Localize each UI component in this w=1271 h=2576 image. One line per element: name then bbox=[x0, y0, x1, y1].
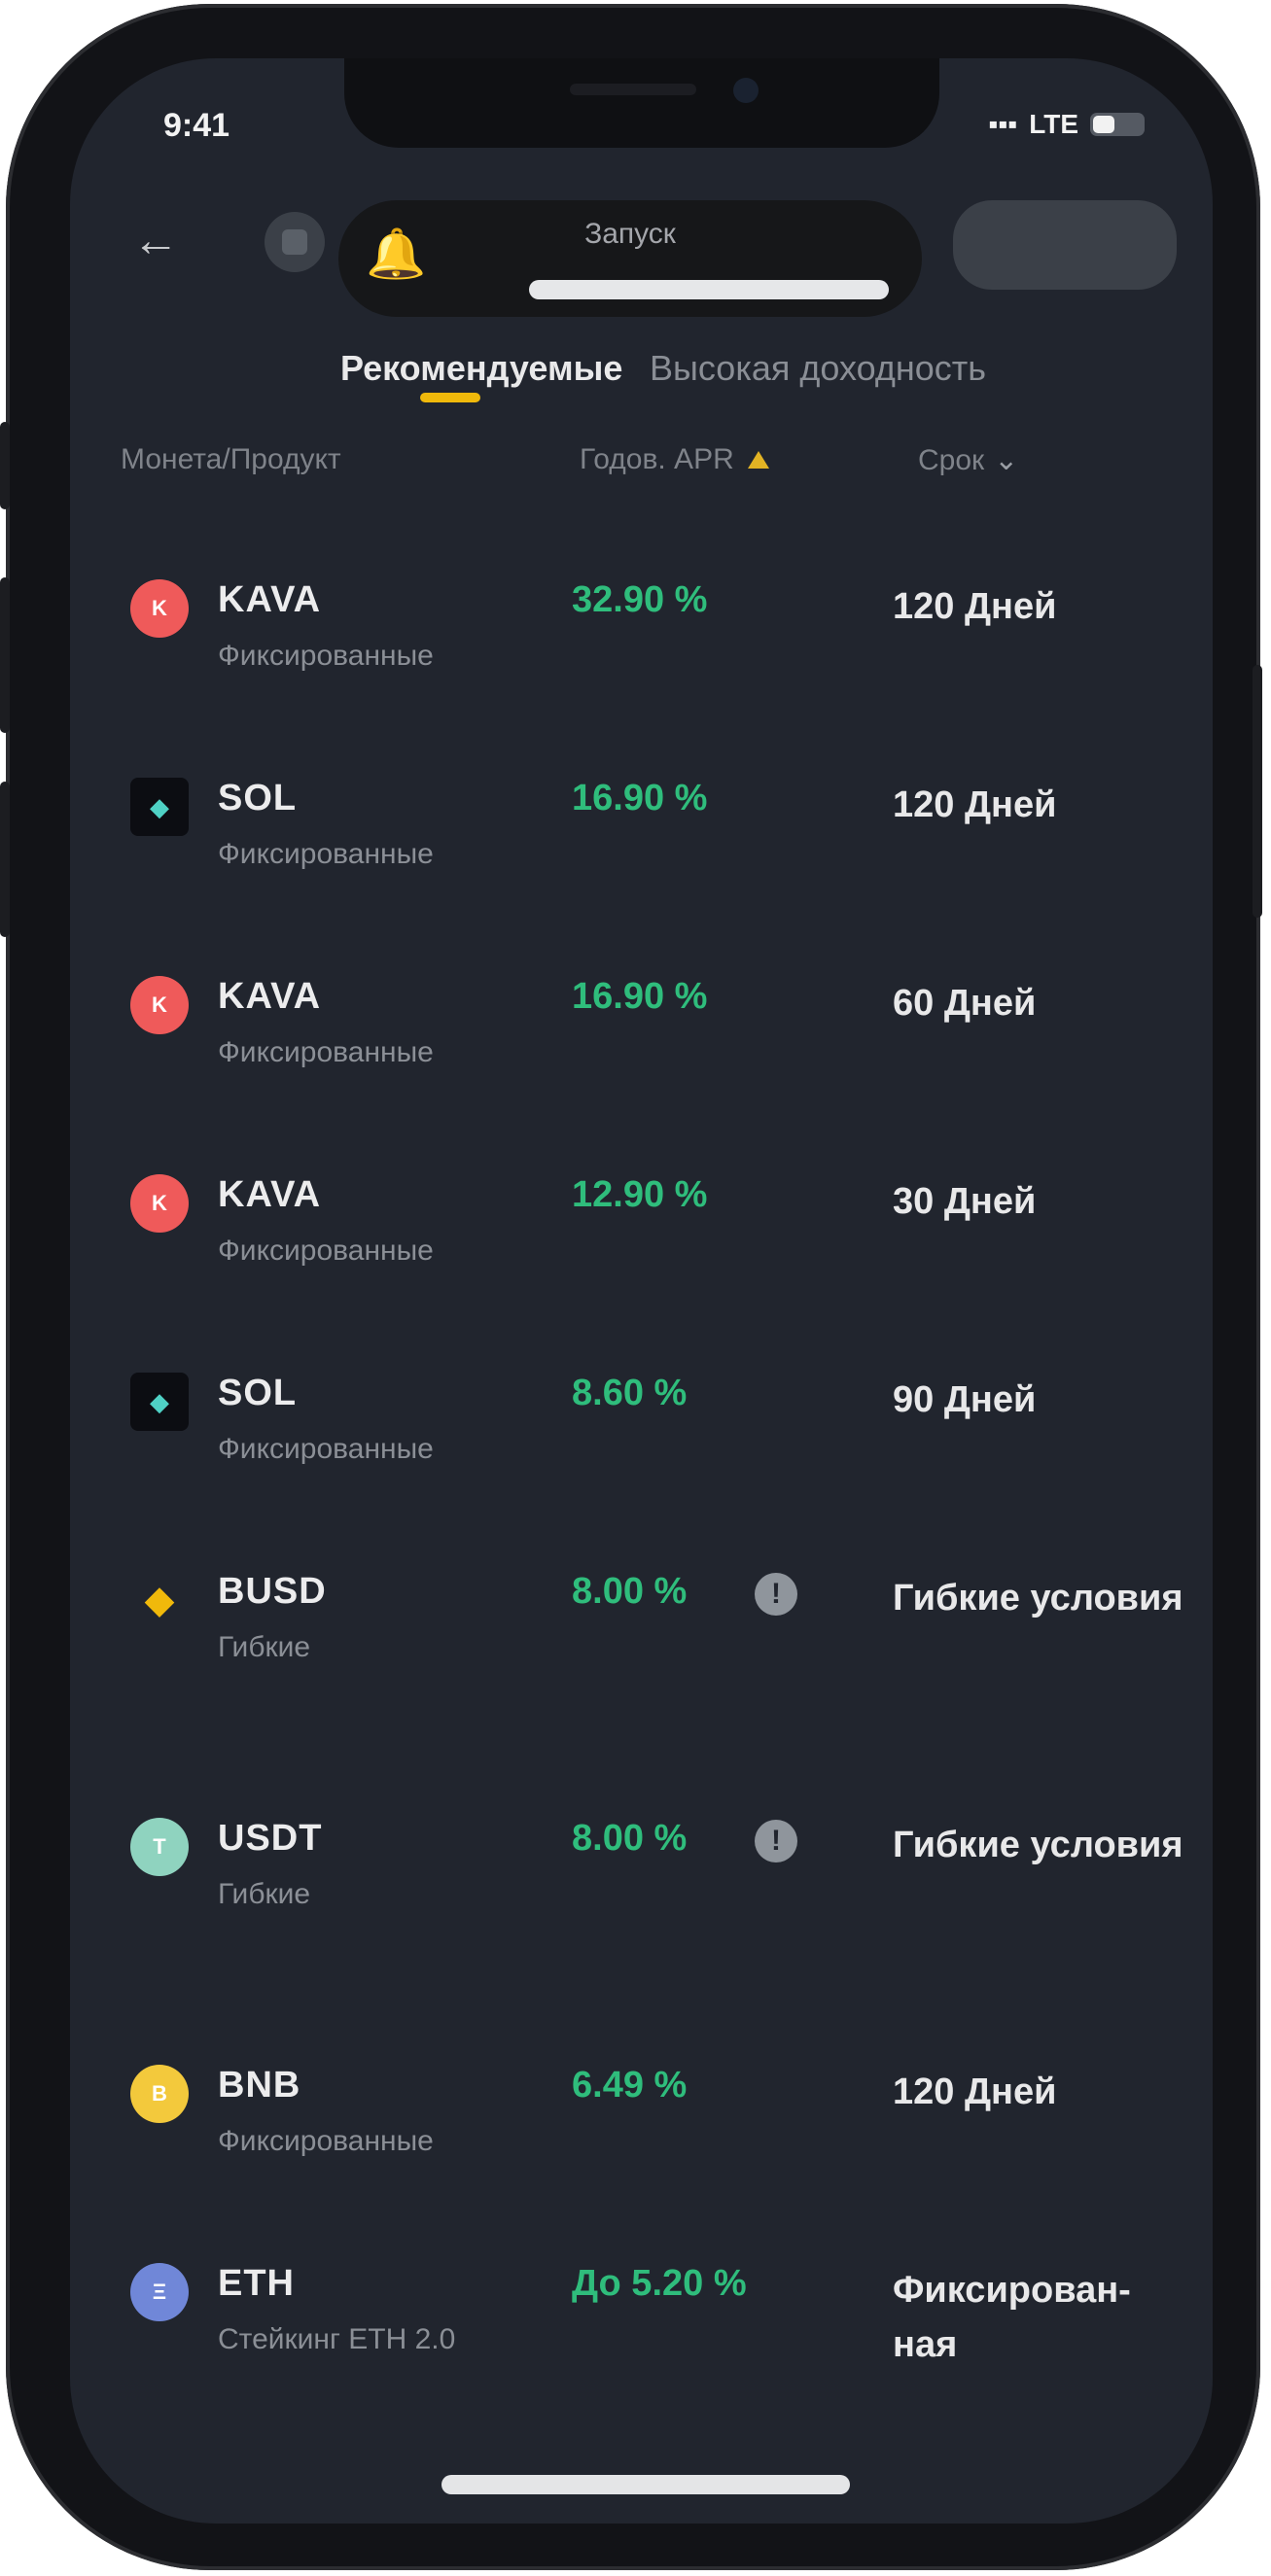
coin-symbol: USDT bbox=[218, 1818, 323, 1859]
coin-logo-icon: T bbox=[130, 1818, 189, 1876]
product-type: Фиксированные bbox=[218, 640, 434, 672]
term-value: Гибкие условия bbox=[893, 1578, 1183, 1619]
apr-value: 12.90 % bbox=[572, 1174, 708, 1215]
term-value: 30 Дней bbox=[893, 1181, 1037, 1222]
apr-value: 32.90 % bbox=[572, 579, 708, 620]
apr-value: 8.60 % bbox=[572, 1373, 688, 1413]
tab-recommended[interactable]: Рекомендуемые bbox=[340, 348, 622, 389]
list-item[interactable]: T USDT Гибкие 8.00 %! Гибкие условия bbox=[70, 1800, 1213, 2047]
side-button-volume-up bbox=[0, 577, 10, 733]
product-list: K KAVA Фиксированные 32.90 % 120 Дней ◆ SOL Фик… bbox=[70, 562, 1213, 2469]
term-value: 120 Дней bbox=[893, 586, 1057, 627]
status-time: 9:41 bbox=[163, 107, 230, 144]
list-item[interactable]: ◆ SOL Фиксированные 8.60 % 90 Дней bbox=[70, 1355, 1213, 1553]
list-item[interactable]: ◆ BUSD Гибкие 8.00 %! Гибкие условия bbox=[70, 1553, 1213, 1800]
product-type: Фиксированные bbox=[218, 2125, 434, 2157]
list-item[interactable]: ◆ SOL Фиксированные 16.90 % 120 Дней bbox=[70, 760, 1213, 958]
notification-title: Запуск bbox=[584, 218, 676, 250]
side-button-mute bbox=[0, 422, 10, 509]
coin-symbol: KAVA bbox=[218, 1174, 322, 1215]
term-value: Фиксирован-ная bbox=[893, 2270, 1131, 2365]
coin-logo-icon: ◆ bbox=[144, 1579, 175, 1621]
term-value: Гибкие условия bbox=[893, 1825, 1183, 1865]
notch bbox=[344, 58, 939, 148]
column-header-term[interactable]: Срок ⌄ bbox=[918, 443, 1018, 477]
product-type: Фиксированные bbox=[218, 1235, 434, 1267]
coin-logo-icon: ◆ bbox=[130, 1373, 189, 1431]
chevron-down-icon: ⌄ bbox=[994, 444, 1019, 476]
coin-logo-icon: Ξ bbox=[130, 2263, 189, 2321]
apr-value: 16.90 % bbox=[572, 778, 708, 818]
list-item[interactable]: Ξ ETH Стейкинг ETH 2.0 До 5.20 % Фиксирован-… bbox=[70, 2245, 1213, 2469]
column-header-term-label: Срок bbox=[918, 443, 985, 476]
coin-symbol: SOL bbox=[218, 778, 298, 818]
coin-logo-icon: K bbox=[130, 976, 189, 1034]
apr-value: До 5.20 % bbox=[572, 2263, 747, 2304]
header-action-button[interactable] bbox=[953, 200, 1177, 290]
tab-bar: Рекомендуемые Высокая доходность bbox=[70, 332, 1213, 410]
app-screen: 9:41 ▪▪▪ LTE ← 🔔 Запуск Рекомендуемые Вы… bbox=[70, 58, 1213, 2524]
product-type: Гибкие bbox=[218, 1878, 311, 1910]
front-camera bbox=[733, 78, 759, 103]
signal-icon: ▪▪▪ bbox=[988, 109, 1018, 139]
coin-symbol: BUSD bbox=[218, 1571, 327, 1612]
active-tab-indicator bbox=[420, 393, 480, 402]
apr-value: 16.90 % bbox=[572, 976, 708, 1017]
launch-notification[interactable]: 🔔 Запуск bbox=[338, 200, 922, 317]
coin-logo-icon: ◆ bbox=[130, 778, 189, 836]
coin-logo-icon: K bbox=[130, 579, 189, 638]
sort-ascending-icon bbox=[747, 451, 769, 469]
coin-symbol: ETH bbox=[218, 2263, 295, 2304]
term-value: 90 Дней bbox=[893, 1379, 1037, 1420]
list-item[interactable]: K KAVA Фиксированные 12.90 % 30 Дней bbox=[70, 1157, 1213, 1355]
list-item[interactable]: K KAVA Фиксированные 16.90 % 60 Дней bbox=[70, 958, 1213, 1157]
status-indicators: ▪▪▪ LTE bbox=[988, 109, 1145, 140]
coin-logo-icon: K bbox=[130, 1174, 189, 1233]
product-type: Стейкинг ETH 2.0 bbox=[218, 2323, 456, 2355]
back-arrow-icon[interactable]: ← bbox=[132, 214, 179, 267]
term-value: 60 Дней bbox=[893, 983, 1037, 1024]
notification-progress-bar bbox=[529, 280, 889, 299]
column-header-product[interactable]: Монета/Продукт bbox=[121, 443, 341, 476]
coin-logo-icon: B bbox=[130, 2065, 189, 2123]
network-label: LTE bbox=[1029, 109, 1078, 139]
product-type: Фиксированные bbox=[218, 838, 434, 870]
battery-icon bbox=[1090, 113, 1145, 136]
coin-symbol: KAVA bbox=[218, 579, 322, 620]
info-icon[interactable]: ! bbox=[755, 1573, 797, 1616]
product-type: Фиксированные bbox=[218, 1036, 434, 1068]
side-button-volume-down bbox=[0, 782, 10, 937]
coin-symbol: KAVA bbox=[218, 976, 322, 1017]
term-value: 120 Дней bbox=[893, 2071, 1057, 2112]
menu-button[interactable] bbox=[265, 212, 325, 272]
apr-value: 8.00 % bbox=[572, 1818, 688, 1859]
side-button-power bbox=[1253, 665, 1262, 918]
apr-value: 6.49 % bbox=[572, 2065, 688, 2106]
product-type: Гибкие bbox=[218, 1631, 311, 1663]
info-icon[interactable]: ! bbox=[755, 1820, 797, 1862]
product-type: Фиксированные bbox=[218, 1433, 434, 1465]
coin-symbol: SOL bbox=[218, 1373, 298, 1413]
phone-frame: 9:41 ▪▪▪ LTE ← 🔔 Запуск Рекомендуемые Вы… bbox=[0, 4, 1262, 2570]
list-item[interactable]: B BNB Фиксированные 6.49 % 120 Дней bbox=[70, 2047, 1213, 2245]
column-header-apr[interactable]: Годов. APR bbox=[580, 443, 769, 476]
apr-value: 8.00 % bbox=[572, 1571, 688, 1612]
speaker bbox=[570, 84, 696, 95]
tab-high-yield[interactable]: Высокая доходность bbox=[650, 348, 986, 389]
home-indicator[interactable] bbox=[441, 2475, 850, 2494]
term-value: 120 Дней bbox=[893, 784, 1057, 825]
list-item[interactable]: K KAVA Фиксированные 32.90 % 120 Дней bbox=[70, 562, 1213, 760]
column-header-apr-label: Годов. APR bbox=[580, 443, 734, 475]
coin-symbol: BNB bbox=[218, 2065, 301, 2106]
